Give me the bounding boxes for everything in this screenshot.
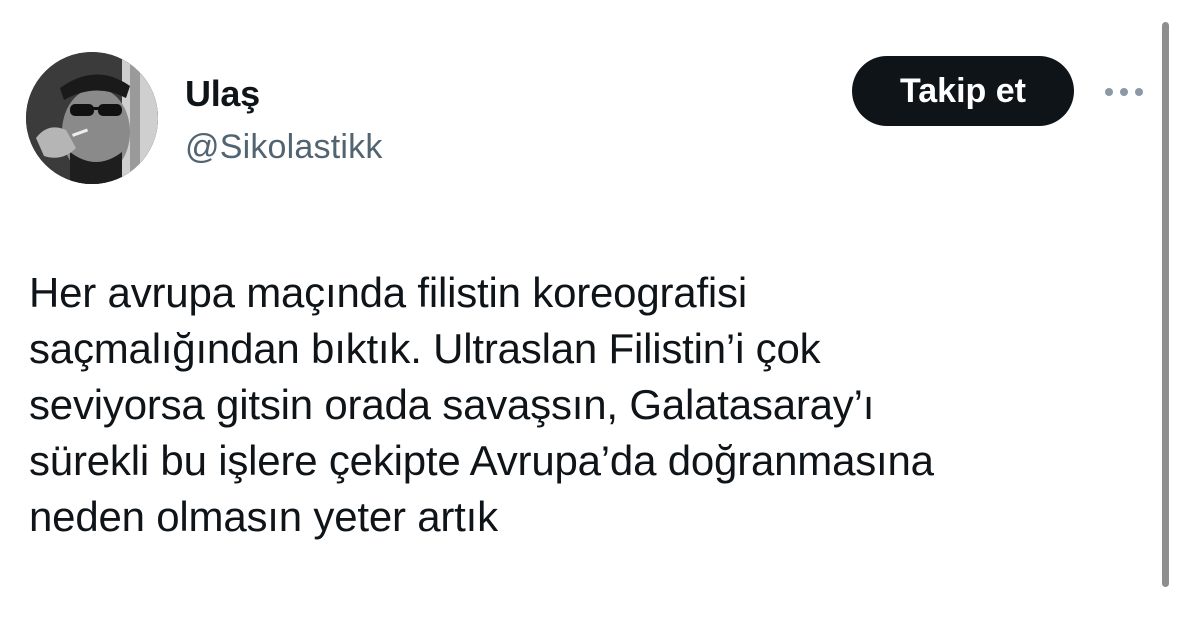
tweet-text: Her avrupa maçında filistin koreografisi…: [29, 265, 1149, 545]
tweet-text-line: sürekli bu işlere çekipte Avrupa’da doğr…: [29, 437, 934, 484]
follow-button[interactable]: Takip et: [852, 56, 1074, 126]
tweet-text-line: Her avrupa maçında filistin koreografisi: [29, 269, 747, 316]
tweet-text-line: neden olmasın yeter artık: [29, 493, 498, 540]
author-handle[interactable]: @Sikolastikk: [185, 126, 383, 168]
tweet-text-line: saçmalığından bıktık. Ultraslan Filistin…: [29, 325, 821, 372]
scrollbar[interactable]: [1162, 22, 1169, 587]
avatar-image: [26, 52, 158, 184]
more-options-button[interactable]: [1100, 74, 1148, 110]
tweet-card: Ulaş @Sikolastikk Takip et Her avrupa ma…: [0, 0, 1179, 623]
tweet-text-line: seviyorsa gitsin orada savaşsın, Galatas…: [29, 381, 875, 428]
more-horizontal-icon: [1105, 88, 1143, 96]
avatar[interactable]: [26, 52, 158, 184]
author-display-name[interactable]: Ulaş: [185, 72, 260, 116]
